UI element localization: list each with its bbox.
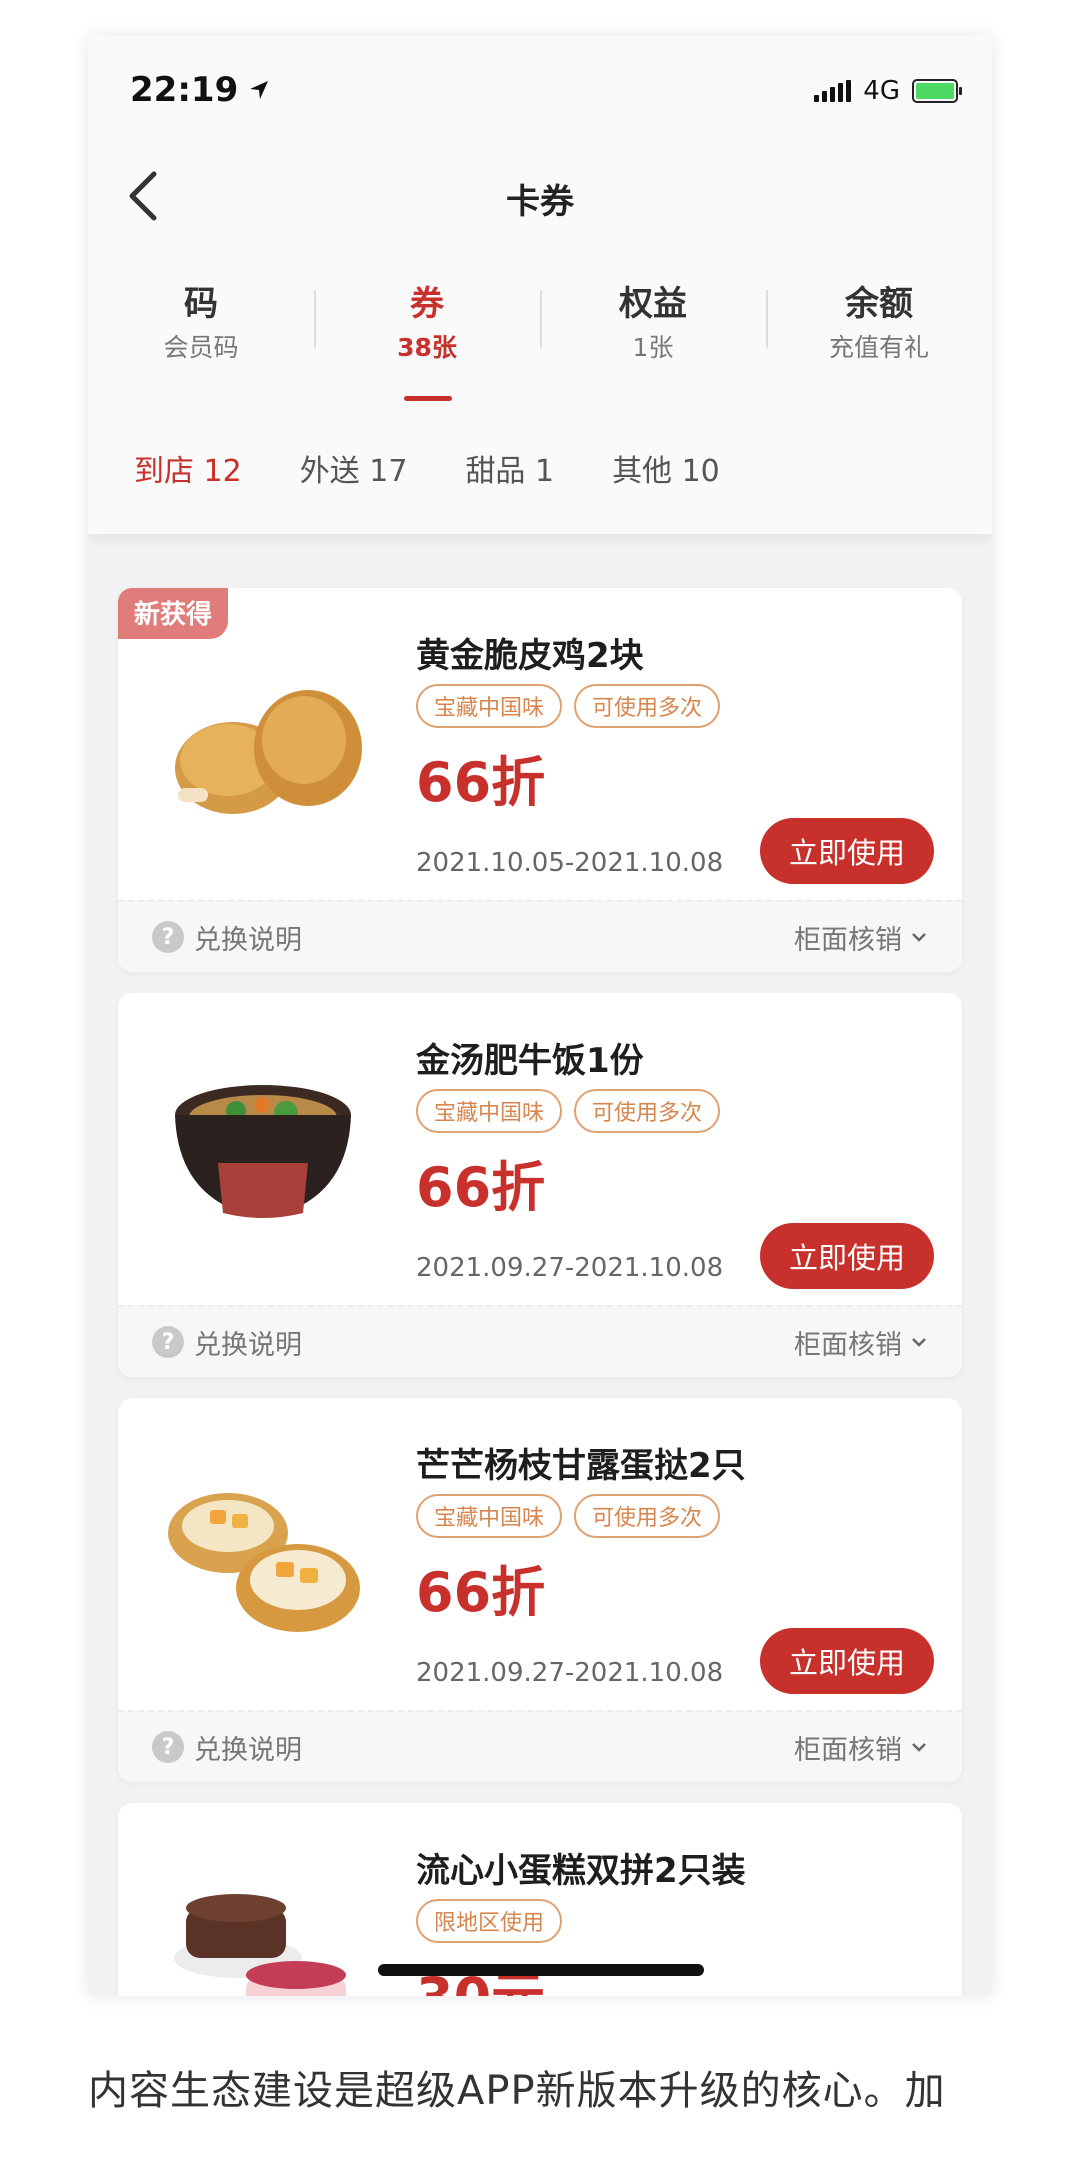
status-bar-left: 22:19	[130, 70, 270, 110]
verify-method-label: 柜面核销	[794, 1329, 902, 1361]
tab-main-label: 余额	[845, 284, 913, 324]
coupon-validity: 2021.10.05-2021.10.08	[416, 848, 724, 878]
verify-method-label: 柜面核销	[794, 1734, 902, 1766]
coupon-tags: 限地区使用	[416, 1899, 563, 1943]
card-footer: ? 兑换说明 柜面核销	[118, 1710, 962, 1782]
coupon-tag: 宝藏中国味	[416, 1089, 563, 1133]
category-tabs: 到店 12 外送 17 甜品 1 其他 10	[134, 446, 720, 490]
verify-method-dropdown[interactable]: 柜面核销	[794, 918, 928, 957]
coupon-tag: 限地区使用	[416, 1899, 563, 1943]
network-label: 4G	[863, 76, 900, 106]
coupon-name: 黄金脆皮鸡2块	[416, 636, 644, 676]
redeem-instructions-link[interactable]: ? 兑换说明	[152, 1323, 302, 1362]
coupon-card[interactable]: 金汤肥牛饭1份 宝藏中国味 可使用多次 66折 2021.09.27-2021.…	[118, 993, 962, 1377]
coupon-tag: 宝藏中国味	[416, 684, 563, 728]
coupon-name: 金汤肥牛饭1份	[416, 1041, 644, 1081]
page-title: 卡券	[506, 182, 574, 222]
question-icon: ?	[152, 1326, 184, 1358]
verify-method-dropdown[interactable]: 柜面核销	[794, 1323, 928, 1362]
tab-main-label: 权益	[619, 284, 687, 324]
tab-main-label: 券	[410, 284, 444, 324]
tab-member-code[interactable]: 码 会员码	[88, 276, 314, 376]
coupon-tag: 可使用多次	[574, 684, 721, 728]
header: 22:19 4G 卡券 码 会员码 券 38张 权益 1张 余额 充值有礼 到店…	[88, 36, 992, 534]
verify-method-label: 柜面核销	[794, 924, 902, 956]
location-arrow-icon	[250, 81, 269, 99]
active-tab-indicator	[404, 396, 452, 401]
battery-icon	[912, 79, 962, 103]
egg-tart-icon	[168, 1493, 360, 1632]
subtab-other[interactable]: 其他 10	[612, 446, 720, 490]
chevron-down-icon	[912, 1338, 926, 1347]
coupon-discount: 66折	[416, 1156, 546, 1219]
coupon-card[interactable]: 芒芒杨枝甘露蛋挞2只 宝藏中国味 可使用多次 66折 2021.09.27-20…	[118, 1398, 962, 1782]
coupon-discount: 66折	[416, 751, 546, 814]
home-indicator[interactable]	[378, 1964, 704, 1976]
cake-icon	[174, 1894, 346, 1996]
chevron-down-icon	[912, 933, 926, 942]
signal-icon	[814, 80, 852, 102]
subtab-in-store[interactable]: 到店 12	[134, 446, 242, 490]
caption-text: 内容生态建设是超级APP新版本升级的核心。加	[88, 2068, 946, 2114]
fried-chicken-icon	[175, 690, 362, 814]
coupon-tag: 可使用多次	[574, 1089, 721, 1133]
coupon-validity: 2021.09.27-2021.10.08	[416, 1658, 724, 1688]
use-now-button[interactable]: 立即使用	[760, 818, 934, 884]
redeem-instructions-link[interactable]: ? 兑换说明	[152, 918, 302, 957]
tab-balance[interactable]: 余额 充值有礼	[766, 276, 992, 376]
top-tabs: 码 会员码 券 38张 权益 1张 余额 充值有礼	[88, 276, 992, 376]
tab-sub-label: 38张	[397, 333, 457, 362]
status-time: 22:19	[130, 70, 239, 110]
subtab-dessert[interactable]: 甜品 1	[465, 446, 554, 490]
rice-bowl-icon	[175, 1085, 351, 1218]
card-footer: ? 兑换说明 柜面核销	[118, 1305, 962, 1377]
verify-method-dropdown[interactable]: 柜面核销	[794, 1728, 928, 1767]
coupon-name: 芒芒杨枝甘露蛋挞2只	[416, 1446, 746, 1486]
coupon-tags: 宝藏中国味 可使用多次	[416, 1494, 721, 1538]
redeem-instructions-label: 兑换说明	[194, 1329, 302, 1361]
coupon-discount: 66折	[416, 1561, 546, 1624]
coupon-name: 流心小蛋糕双拼2只装	[416, 1851, 746, 1891]
subtab-delivery[interactable]: 外送 17	[300, 446, 408, 490]
coupon-tag: 宝藏中国味	[416, 1494, 563, 1538]
tab-benefits[interactable]: 权益 1张	[540, 276, 766, 376]
tab-coupons[interactable]: 券 38张	[314, 276, 540, 376]
status-bar-right: 4G	[814, 76, 962, 106]
card-footer: ? 兑换说明 柜面核销	[118, 900, 962, 972]
coupon-tag: 可使用多次	[574, 1494, 721, 1538]
tab-sub-label: 1张	[632, 333, 674, 362]
use-now-button[interactable]: 立即使用	[760, 1628, 934, 1694]
use-now-button[interactable]: 立即使用	[760, 1223, 934, 1289]
tab-sub-label: 会员码	[163, 333, 239, 362]
coupon-tags: 宝藏中国味 可使用多次	[416, 684, 721, 728]
redeem-instructions-label: 兑换说明	[194, 1734, 302, 1766]
tab-sub-label: 充值有礼	[828, 333, 929, 362]
chevron-down-icon	[912, 1743, 926, 1752]
coupon-validity: 2021.09.27-2021.10.08	[416, 1253, 724, 1283]
question-icon: ?	[152, 1731, 184, 1763]
tab-main-label: 码	[184, 284, 218, 324]
question-icon: ?	[152, 921, 184, 953]
redeem-instructions-link[interactable]: ? 兑换说明	[152, 1728, 302, 1767]
redeem-instructions-label: 兑换说明	[194, 924, 302, 956]
coupon-tags: 宝藏中国味 可使用多次	[416, 1089, 721, 1133]
phone-screen: 22:19 4G 卡券 码 会员码 券 38张 权益 1张 余额 充值有礼 到店…	[88, 36, 992, 1996]
coupon-card[interactable]: 新获得 黄金脆皮鸡2块 宝藏中国味 可使用多次 66折 2021.10.05-2…	[118, 588, 962, 972]
new-badge: 新获得	[118, 588, 229, 639]
